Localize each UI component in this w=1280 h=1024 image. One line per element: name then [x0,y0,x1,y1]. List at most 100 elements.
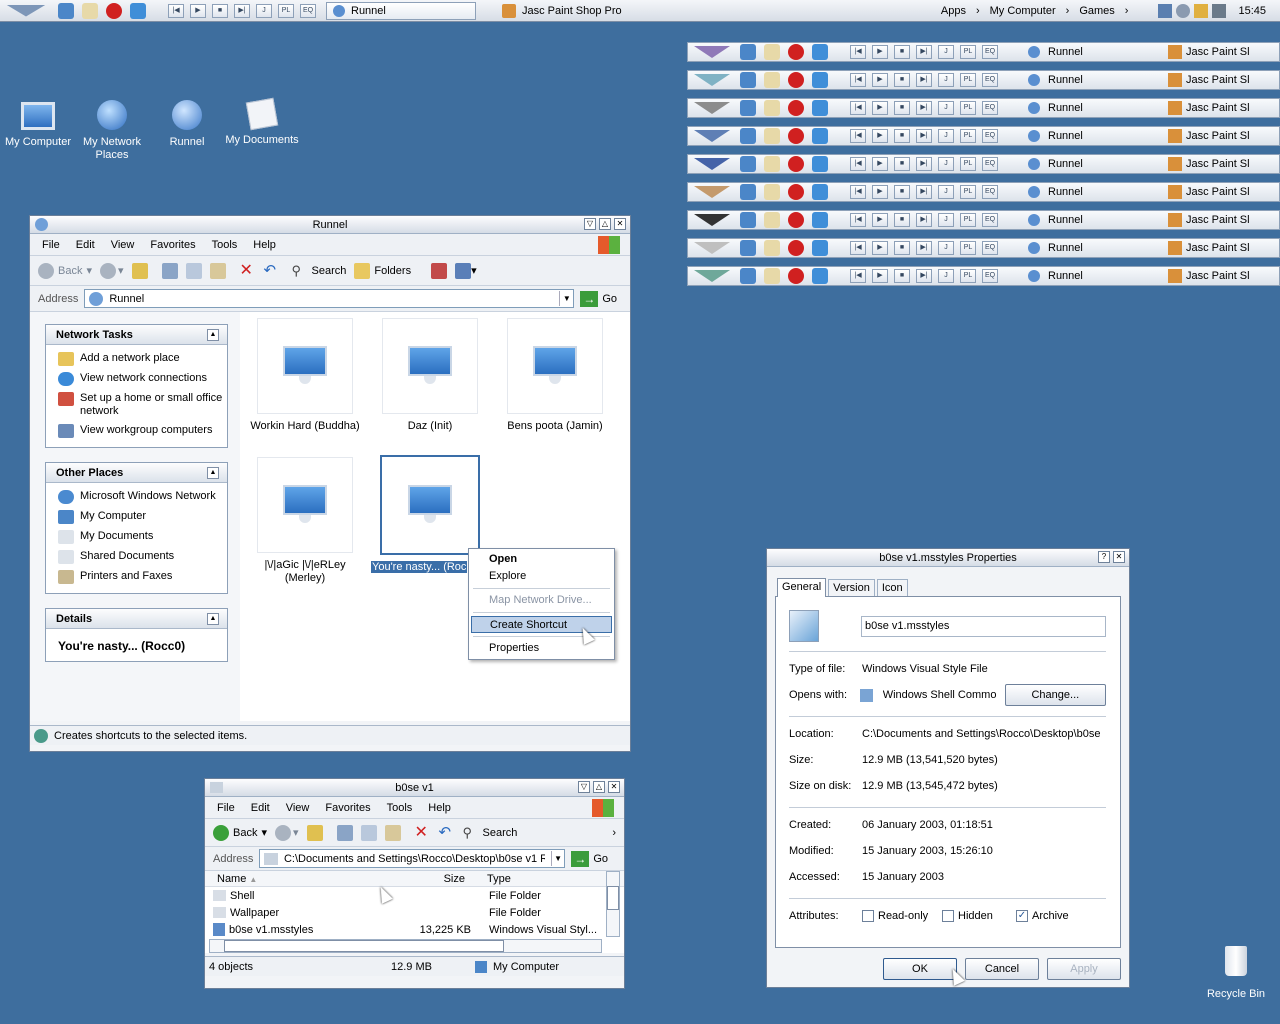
address-field[interactable]: C:\Documents and Settings\Rocco\Desktop\… [259,849,566,868]
back-button[interactable]: Back ▾ [213,824,267,841]
clock[interactable]: 15:45 [1238,5,1266,17]
menu-favorites[interactable]: Favorites [317,802,378,814]
address-dropdown-icon[interactable]: ▼ [559,291,573,306]
show-desktop-icon[interactable] [740,212,756,228]
network-computer-item[interactable]: Workin Hard (Buddha) [250,318,360,433]
opera-icon[interactable] [788,44,804,60]
col-name-header[interactable]: Name ▲ [205,873,391,885]
equalizer-button[interactable]: EQ [982,241,998,255]
cut-icon[interactable] [336,824,353,841]
ie-icon[interactable] [812,128,828,144]
next-track-button[interactable]: ▶| [916,241,932,255]
horizontal-scrollbar[interactable] [209,939,602,953]
prev-track-button[interactable]: |◀ [850,129,866,143]
next-track-button[interactable]: ▶| [916,157,932,171]
start-wedge[interactable] [694,242,730,254]
archive-checkbox[interactable]: ✓ Archive [1016,910,1069,923]
jump-button[interactable]: J [938,73,954,87]
views-button[interactable]: ▾ [455,262,477,279]
start-wedge[interactable] [694,46,730,58]
opera-icon[interactable] [788,240,804,256]
jump-button[interactable]: J [256,3,272,18]
task-runnel-label[interactable]: Runnel [1048,242,1168,254]
jump-button[interactable]: J [938,269,954,283]
task-psp-label[interactable]: Jasc Paint Sl [1186,158,1250,170]
equalizer-button[interactable]: EQ [982,185,998,199]
prev-track-button[interactable]: |◀ [168,3,184,18]
equalizer-button[interactable]: EQ [300,3,316,18]
play-button[interactable]: ▶ [872,129,888,143]
up-folder-icon[interactable] [306,824,323,841]
task-view-connections[interactable]: View network connections [46,369,227,389]
equalizer-button[interactable]: EQ [982,157,998,171]
collapse-icon[interactable]: ▲ [207,612,219,625]
playlist-button[interactable]: PL [960,185,976,199]
folder-icon[interactable] [764,128,780,144]
stop-button[interactable]: ■ [894,45,910,59]
start-wedge[interactable] [6,4,46,17]
delete-icon[interactable]: ✕ [415,824,431,841]
scroll-thumb[interactable] [224,940,504,952]
stop-button[interactable]: ■ [894,129,910,143]
ie-icon[interactable] [812,240,828,256]
equalizer-button[interactable]: EQ [982,129,998,143]
network-computer-item[interactable]: Daz (Init) [375,318,485,433]
task-runnel-label[interactable]: Runnel [1048,214,1168,226]
prev-track-button[interactable]: |◀ [850,45,866,59]
tray-misc-icon[interactable] [1212,3,1227,18]
stop-button[interactable]: ■ [894,185,910,199]
equalizer-button[interactable]: EQ [982,269,998,283]
show-desktop-icon[interactable] [740,184,756,200]
copy-icon[interactable] [360,824,377,841]
equalizer-button[interactable]: EQ [982,213,998,227]
next-track-button[interactable]: ▶| [916,101,932,115]
next-track-button[interactable]: ▶| [916,129,932,143]
desktop-icon-runnel[interactable]: Runnel [149,100,225,149]
address-dropdown-icon[interactable]: ▼ [550,851,565,866]
network-computer-item[interactable]: Bens poota (Jamin) [500,318,610,433]
place-printers-faxes[interactable]: Printers and Faxes [46,567,227,587]
playlist-button[interactable]: PL [960,269,976,283]
back-button[interactable]: Back ▾ [38,262,92,279]
jump-button[interactable]: J [938,129,954,143]
file-row[interactable]: b0se v1.msstyles 13,225 KB Windows Visua… [205,921,624,938]
network-computer-item[interactable]: |\/|aGic |\/|eRLey (Merley) [250,457,360,585]
prev-track-button[interactable]: |◀ [850,73,866,87]
next-track-button[interactable]: ▶| [916,213,932,227]
copy-icon[interactable] [185,262,202,279]
stop-button[interactable]: ■ [894,101,910,115]
folder-icon[interactable] [764,184,780,200]
menu-help[interactable]: Help [245,239,284,251]
start-wedge[interactable] [694,214,730,226]
stop-button[interactable]: ■ [894,73,910,87]
menu-tools[interactable]: Tools [379,802,421,814]
opera-icon[interactable] [788,212,804,228]
task-psp-label[interactable]: Jasc Paint Sl [1186,214,1250,226]
task-runnel-label[interactable]: Runnel [1048,158,1168,170]
ctx-properties[interactable]: Properties [471,640,612,657]
undo-icon[interactable]: ↶ [439,824,455,841]
folder-icon[interactable] [764,72,780,88]
close-button[interactable]: ✕ [608,781,620,793]
ie-icon[interactable] [812,184,828,200]
cut-icon[interactable] [161,262,178,279]
show-desktop-icon[interactable] [740,100,756,116]
play-button[interactable]: ▶ [872,269,888,283]
change-button[interactable]: Change... [1004,684,1106,706]
opera-icon[interactable] [106,2,122,19]
playlist-button[interactable]: PL [960,101,976,115]
minimize-button[interactable]: ▽ [578,781,590,793]
panel-header[interactable]: Other Places ▲ [46,463,227,483]
prev-track-button[interactable]: |◀ [850,101,866,115]
play-button[interactable]: ▶ [872,73,888,87]
undo-icon[interactable]: ↶ [264,262,280,279]
file-row[interactable]: Shell File Folder [205,887,624,904]
task-runnel-label[interactable]: Runnel [1048,102,1168,114]
menu-file[interactable]: File [34,239,68,251]
play-button[interactable]: ▶ [190,3,206,18]
show-desktop-icon[interactable] [740,156,756,172]
paste-icon[interactable] [209,262,226,279]
search-button[interactable]: ⚲ Search [292,263,347,279]
task-psp-label[interactable]: Jasc Paint Sl [1186,270,1250,282]
opera-icon[interactable] [788,268,804,284]
